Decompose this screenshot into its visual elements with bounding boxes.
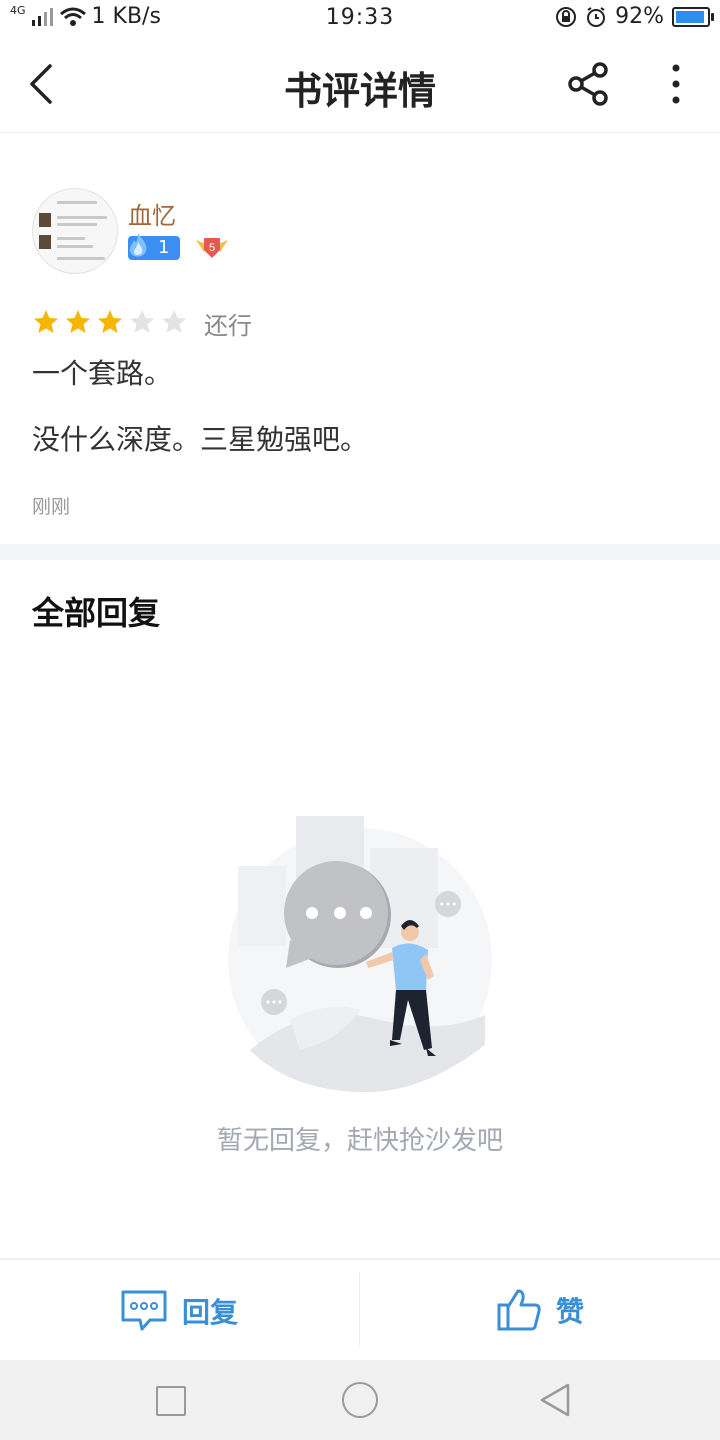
comment-icon	[121, 1290, 167, 1331]
star-filled-icon	[98, 310, 122, 333]
username[interactable]: 血忆	[128, 196, 176, 231]
star-empty-icon	[162, 310, 186, 333]
home-button[interactable]	[342, 1382, 378, 1418]
thumbs-up-icon	[497, 1289, 541, 1331]
medal-icon: 5	[196, 238, 228, 258]
section-divider	[0, 544, 720, 560]
rating-text: 还行	[204, 312, 252, 340]
replies-title: 全部回复	[32, 594, 161, 632]
user-level-badge: 1	[128, 233, 180, 260]
star-filled-icon	[66, 310, 90, 333]
avatar[interactable]	[32, 188, 118, 274]
share-icon	[568, 62, 608, 106]
user-level: 1	[158, 237, 170, 258]
review-title: 一个套路。	[32, 357, 173, 390]
share-button[interactable]	[566, 62, 610, 106]
reply-label: 回复	[182, 1296, 239, 1329]
battery-icon	[672, 6, 714, 27]
empty-illustration	[220, 810, 500, 1100]
system-back-button[interactable]	[538, 1382, 572, 1418]
alarm-icon	[587, 6, 606, 27]
more-button[interactable]	[660, 62, 692, 106]
empty-replies-text: 暂无回复，赶快抢沙发吧	[216, 1126, 503, 1156]
flame-icon	[129, 233, 147, 257]
status-right: 92%	[555, 4, 714, 29]
battery-percent: 92%	[615, 4, 664, 29]
like-label: 赞	[556, 1295, 585, 1328]
like-button[interactable]: 赞	[496, 1286, 616, 1334]
rotation-lock-icon	[556, 6, 577, 27]
status-bar: 4G 1 KB/s 19:33 92%	[0, 0, 720, 36]
medal-level: 5	[209, 242, 215, 254]
review-time: 刚刚	[32, 496, 71, 518]
rating-stars	[32, 308, 188, 336]
medal-badge: 5	[192, 234, 232, 262]
reply-button[interactable]: 回复	[120, 1288, 280, 1334]
page-title: 书评详情	[283, 68, 436, 113]
star-filled-icon	[34, 310, 58, 333]
recent-apps-button[interactable]	[156, 1386, 186, 1416]
bottom-bar-separator	[359, 1272, 360, 1346]
review-body: 没什么深度。三星勉强吧。	[32, 423, 369, 456]
star-empty-icon	[130, 310, 154, 333]
more-icon	[672, 64, 680, 104]
nav-back-icon	[540, 1383, 570, 1417]
empty-chat-illustration-icon	[228, 816, 492, 1093]
